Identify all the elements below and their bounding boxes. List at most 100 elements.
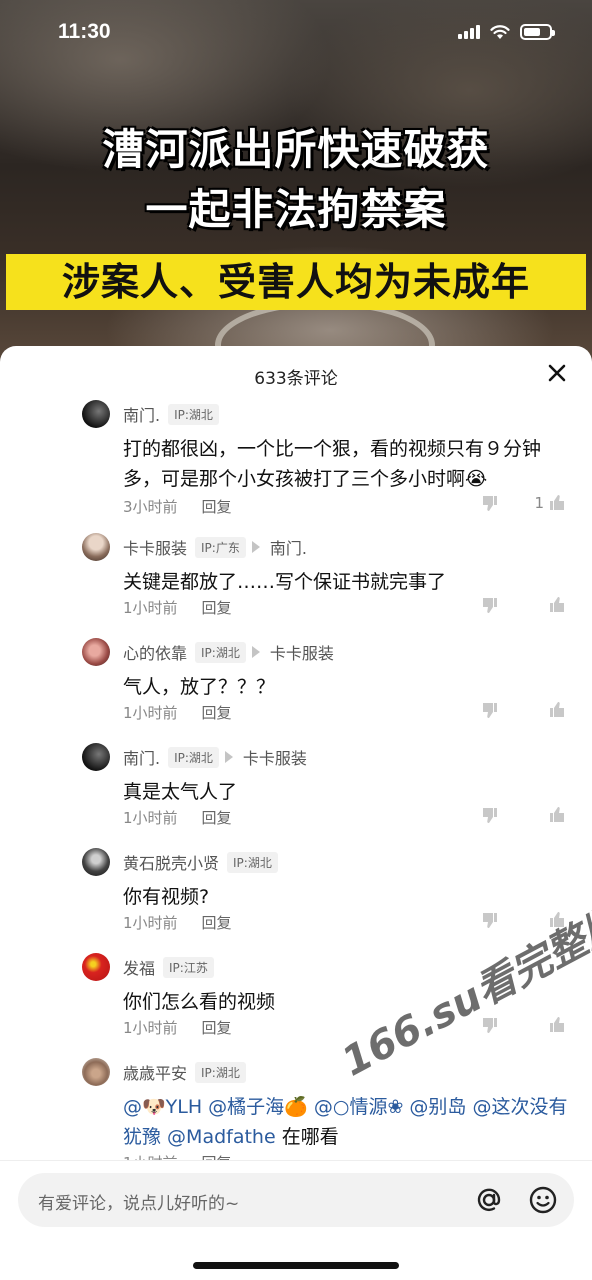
comment-header: 发福 IP:江苏: [123, 955, 214, 979]
ip-location-tag: IP:广东: [195, 536, 246, 558]
mention-link[interactable]: @橘子海🍊: [202, 1096, 308, 1118]
dislike-icon[interactable]: [480, 595, 500, 615]
ip-location-tag: IP:湖北: [195, 641, 246, 663]
comment-header: 歳歳平安 IP:湖北: [123, 1060, 246, 1084]
like-control[interactable]: 1: [534, 493, 568, 513]
comment-text: 打的都很凶，一个比一个狠，看的视频只有９分钟多，可是那个小女孩被打了三个多小时啊…: [123, 438, 542, 490]
dislike-icon[interactable]: [480, 910, 500, 930]
comment-username[interactable]: 发福: [123, 955, 155, 979]
comment-time: 1小时前: [123, 809, 178, 827]
battery-icon: [520, 24, 555, 40]
avatar[interactable]: [82, 1058, 110, 1086]
close-button[interactable]: [544, 360, 570, 386]
comment-username[interactable]: 南门.: [123, 402, 160, 426]
status-bar: 11:30: [0, 0, 592, 64]
dislike-icon[interactable]: [480, 493, 500, 513]
comments-sheet: 633条评论 南门. IP:湖北 打的都很凶，一个比一个狠，看的视频只有９分钟多…: [0, 346, 592, 1280]
comment-username[interactable]: 歳歳平安: [123, 1060, 187, 1084]
reply-button[interactable]: 回复: [202, 496, 232, 517]
avatar[interactable]: [82, 533, 110, 561]
ip-location-tag: IP:湖北: [227, 851, 278, 873]
comment-username[interactable]: 心的依靠: [123, 640, 187, 664]
like-icon[interactable]: [546, 595, 568, 615]
comment-item: 南门. IP:湖北 打的都很凶，一个比一个狠，看的视频只有９分钟多，可是那个小女…: [0, 400, 592, 520]
reply-arrow-icon: [251, 646, 260, 658]
battery-level: [524, 28, 541, 36]
avatar[interactable]: [82, 848, 110, 876]
comment-username[interactable]: 卡卡服装: [123, 535, 187, 559]
dislike-icon[interactable]: [480, 700, 500, 720]
reply-button[interactable]: 回复: [202, 912, 232, 933]
mention-link[interactable]: @🐶YLH: [123, 1096, 202, 1118]
like-count: 1: [534, 494, 544, 512]
avatar[interactable]: [82, 638, 110, 666]
comment-username[interactable]: 黄石脱壳小贤: [123, 850, 219, 874]
ip-location-tag: IP:湖北: [168, 746, 219, 768]
video-headline-line1: 漕河派出所快速破获: [102, 125, 490, 174]
like-icon: [550, 495, 564, 510]
wifi-icon: [490, 24, 510, 39]
like-icon[interactable]: [546, 700, 568, 720]
mention-link[interactable]: @○情源❀: [308, 1096, 404, 1118]
reply-button[interactable]: 回复: [202, 1017, 232, 1038]
avatar[interactable]: [82, 743, 110, 771]
video-subtitle-banner: 涉案人、受害人均为未成年: [6, 254, 586, 310]
comment-header: 卡卡服装 IP:广东 南门.: [123, 535, 307, 559]
comment-meta: 1小时前 回复: [123, 1017, 232, 1038]
comment-input-placeholder: 有爱评论，说点儿好听的~: [38, 1194, 240, 1214]
status-time: 11:30: [58, 20, 111, 43]
comment-meta: 1小时前 回复: [123, 702, 232, 723]
comment-text: @🐶YLH @橘子海🍊 @○情源❀ @别岛 @这次没有犹豫 @Madfathe …: [123, 1092, 568, 1152]
comment-item: 心的依靠 IP:湖北 卡卡服装 气人，放了？？？ 1小时前 回复: [0, 638, 592, 728]
comments-header: 633条评论: [0, 346, 592, 400]
home-indicator: [193, 1262, 399, 1269]
avatar[interactable]: [82, 953, 110, 981]
signal-icon: [458, 25, 480, 39]
reply-to-username[interactable]: 卡卡服装: [243, 745, 307, 769]
status-icons: [458, 24, 555, 40]
comment-username[interactable]: 南门.: [123, 745, 160, 769]
ip-location-tag: IP:湖北: [168, 403, 219, 425]
comment-time: 1小时前: [123, 599, 178, 617]
comment-text-tail: 在哪看: [275, 1126, 339, 1148]
emoji-icon[interactable]: [528, 1185, 558, 1215]
reply-button[interactable]: 回复: [202, 702, 232, 723]
like-icon[interactable]: [546, 805, 568, 825]
mention-link[interactable]: @Madfathe: [161, 1126, 276, 1148]
avatar[interactable]: [82, 400, 110, 428]
dislike-icon[interactable]: [480, 805, 500, 825]
comment-time: 3小时前: [123, 498, 178, 516]
mention-link[interactable]: @别岛: [403, 1096, 466, 1118]
comment-header: 黄石脱壳小贤 IP:湖北: [123, 850, 278, 874]
comment-header: 南门. IP:湖北 卡卡服装: [123, 745, 307, 769]
ip-location-tag: IP:江苏: [163, 956, 214, 978]
comment-input[interactable]: 有爱评论，说点儿好听的~: [18, 1173, 574, 1227]
comment-time: 1小时前: [123, 914, 178, 932]
comment-text: 气人，放了？？？: [123, 676, 276, 698]
comment-time: 1小时前: [123, 704, 178, 722]
comment-meta: 3小时前 回复: [123, 496, 232, 517]
reply-arrow-icon: [251, 541, 260, 553]
comment-count-title: 633条评论: [254, 369, 338, 389]
like-icon[interactable]: [546, 1015, 568, 1035]
comment-meta: 1小时前 回复: [123, 912, 232, 933]
comment-text: 关键是都放了……写个保证书就完事了: [123, 571, 447, 593]
comment-item: 南门. IP:湖北 卡卡服装 真是太气人了 1小时前 回复: [0, 743, 592, 833]
comment-meta: 1小时前 回复: [123, 597, 232, 618]
comment-text: 真是太气人了: [123, 781, 238, 803]
comment-item: 卡卡服装 IP:广东 南门. 关键是都放了……写个保证书就完事了 1小时前 回复: [0, 533, 592, 623]
comment-time: 1小时前: [123, 1019, 178, 1037]
comment-header: 南门. IP:湖北: [123, 402, 219, 426]
comment-item: 黄石脱壳小贤 IP:湖北 你有视频? 1小时前 回复: [0, 848, 592, 938]
reply-button[interactable]: 回复: [202, 597, 232, 618]
reply-to-username[interactable]: 南门.: [270, 535, 307, 559]
at-icon[interactable]: [474, 1185, 504, 1215]
reply-to-username[interactable]: 卡卡服装: [270, 640, 334, 664]
comment-meta: 1小时前 回复: [123, 807, 232, 828]
comment-text: 你有视频?: [123, 886, 210, 908]
comment-header: 心的依靠 IP:湖北 卡卡服装: [123, 640, 334, 664]
ip-location-tag: IP:湖北: [195, 1061, 246, 1083]
reply-arrow-icon: [224, 751, 233, 763]
close-icon: [548, 364, 566, 382]
reply-button[interactable]: 回复: [202, 807, 232, 828]
